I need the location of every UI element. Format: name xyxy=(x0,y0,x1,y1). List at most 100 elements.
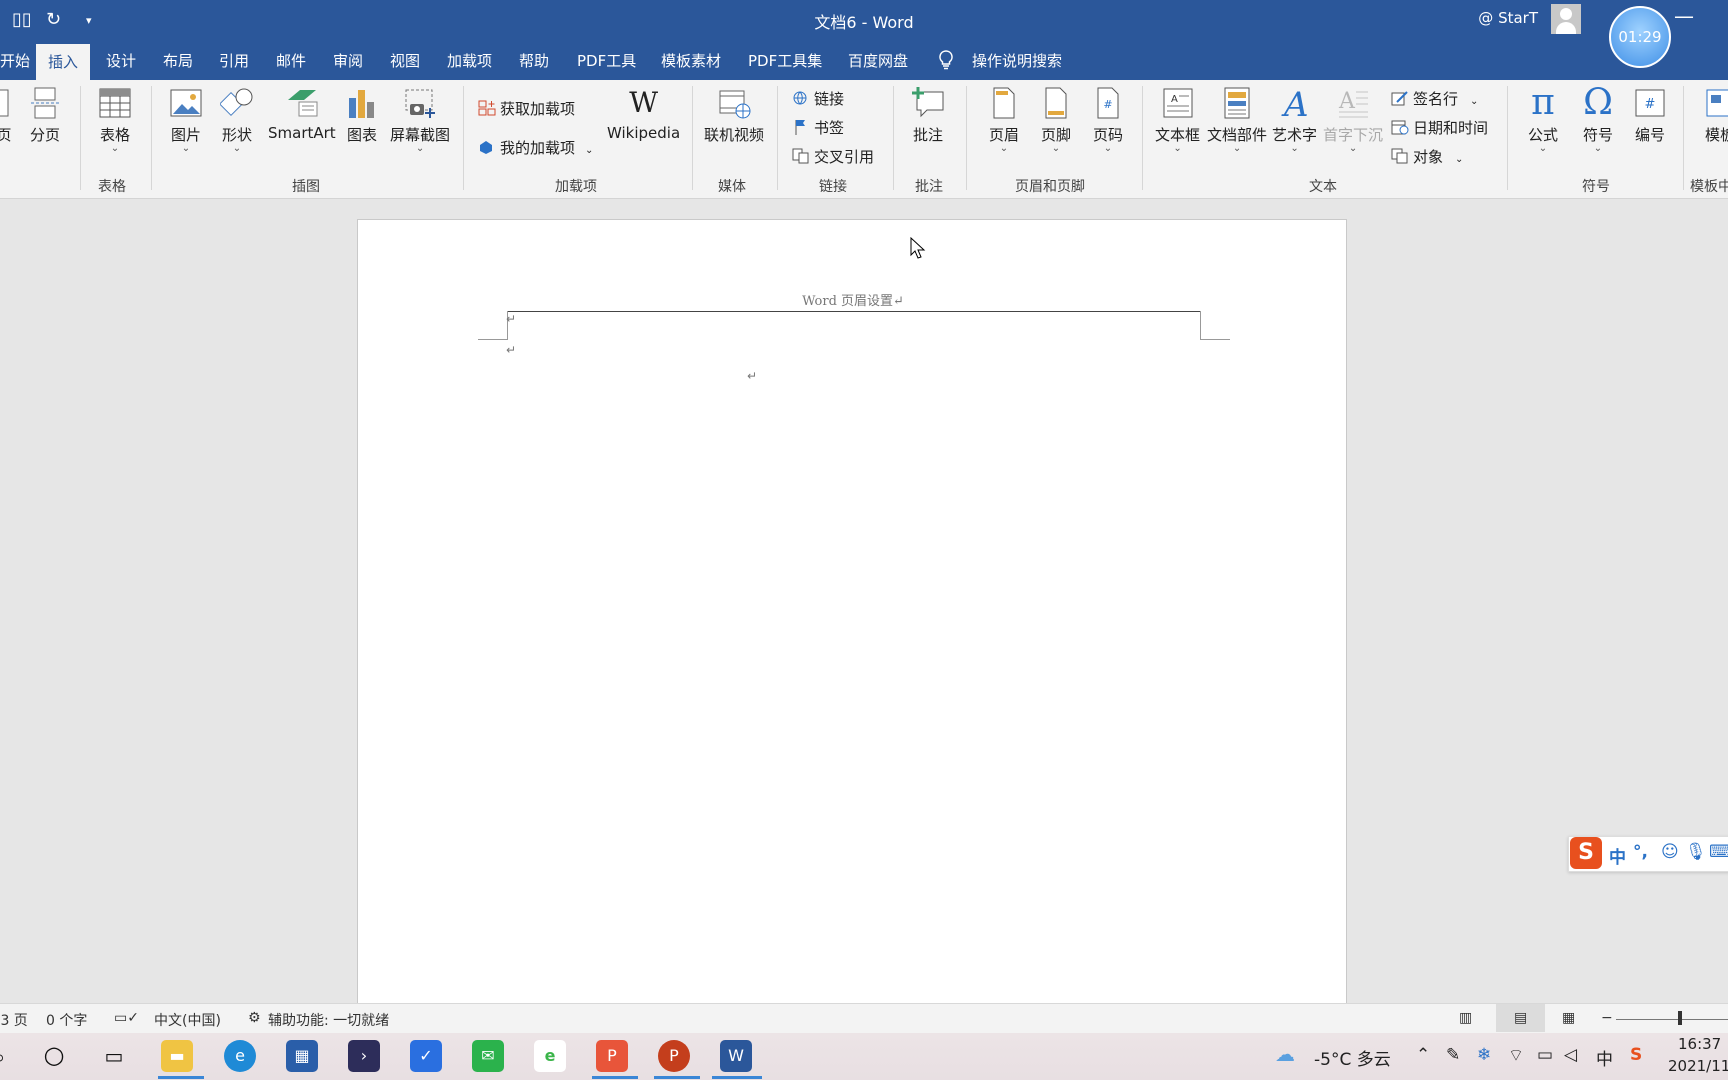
search-icon[interactable]: ⌕ xyxy=(0,1045,5,1069)
equation-button[interactable]: π 公式 ⌄ xyxy=(1526,85,1560,154)
svg-text:A: A xyxy=(1281,86,1309,120)
quick-parts-button[interactable]: 文档部件 ⌄ xyxy=(1207,86,1267,154)
pen-icon[interactable]: ✎ xyxy=(1446,1045,1460,1065)
group-label-links: 链接 xyxy=(819,179,847,195)
footer-button[interactable]: 页脚 ⌄ xyxy=(1039,86,1073,154)
proofing-icon[interactable]: ▭✓ xyxy=(114,1010,139,1026)
picture-button[interactable]: 图片 ⌄ xyxy=(169,86,203,154)
edge-icon[interactable]: e xyxy=(224,1040,256,1072)
tab-references[interactable]: 引用 xyxy=(219,50,249,71)
clock-time[interactable]: 16:37 xyxy=(1678,1035,1721,1053)
ime-indicator[interactable]: 中 xyxy=(1596,1045,1613,1070)
tab-mailings[interactable]: 邮件 xyxy=(276,50,306,71)
bookmark-button[interactable]: 书签 xyxy=(792,117,844,138)
wikipedia-button[interactable]: W Wikipedia xyxy=(607,86,680,142)
svg-text:A: A xyxy=(1338,89,1356,114)
page-break-button[interactable]: 分页 xyxy=(28,86,62,145)
group-label-illustrations: 插图 xyxy=(292,179,320,195)
tab-addins[interactable]: 加载项 xyxy=(447,50,492,71)
pages-button-partial[interactable]: 页 xyxy=(0,86,12,145)
avatar[interactable] xyxy=(1551,4,1581,34)
zoom-slider-thumb[interactable] xyxy=(1678,1011,1682,1025)
page-count[interactable]: 第 3 页 xyxy=(0,1010,28,1030)
browser-e-icon[interactable]: e xyxy=(534,1040,566,1072)
snowflake-icon[interactable]: ❄ xyxy=(1477,1045,1491,1065)
tab-pdf-tools[interactable]: PDF工具 xyxy=(577,50,636,71)
accessibility-status[interactable]: 辅助功能: 一切就绪 xyxy=(268,1010,389,1030)
page-number-button[interactable]: # 页码 ⌄ xyxy=(1091,86,1125,154)
volume-icon[interactable]: ◁ xyxy=(1564,1045,1577,1065)
tab-pdf-toolset[interactable]: PDF工具集 xyxy=(748,50,822,71)
ime-punct-toggle[interactable]: °, xyxy=(1633,842,1648,862)
dingtalk-icon[interactable]: ✓ xyxy=(410,1040,442,1072)
tab-template-assets[interactable]: 模板素材 xyxy=(661,50,721,71)
get-addins-button[interactable]: 获取加载项 xyxy=(478,98,575,119)
task-view-icon[interactable]: ▭ xyxy=(98,1040,130,1072)
template-button-partial[interactable]: 模板 xyxy=(1703,86,1728,145)
ime-mode-toggle[interactable]: 中 xyxy=(1609,843,1626,868)
sogou-tray-icon[interactable]: S xyxy=(1630,1045,1642,1065)
wps-presentation-icon[interactable]: P xyxy=(596,1040,628,1072)
weather-text[interactable]: -5°C 多云 xyxy=(1314,1045,1391,1070)
tab-layout[interactable]: 布局 xyxy=(163,50,193,71)
vs-code-icon[interactable]: › xyxy=(348,1040,380,1072)
my-addins-button[interactable]: 我的加载项 ⌄ xyxy=(478,137,593,158)
tab-review[interactable]: 审阅 xyxy=(333,50,363,71)
cross-reference-button[interactable]: 交叉引用 xyxy=(792,146,874,167)
keyboard-icon[interactable]: ⌨ xyxy=(1709,842,1728,862)
ime-toolbar[interactable]: S 中 °, ☺ 🎙 ⌨ xyxy=(1568,836,1728,872)
zoom-slider-track[interactable] xyxy=(1616,1019,1728,1020)
word-count[interactable]: 0 个字 xyxy=(46,1010,87,1030)
mouse-cursor-icon xyxy=(910,237,926,259)
signature-line-button[interactable]: 签名行 ⌄ xyxy=(1391,88,1478,109)
link-button[interactable]: 链接 xyxy=(792,88,844,109)
shapes-button[interactable]: 形状 ⌄ xyxy=(220,86,254,154)
zoom-out-button[interactable]: − xyxy=(1601,1010,1613,1026)
tab-home[interactable]: 开始 xyxy=(0,50,30,71)
language-indicator[interactable]: 中文(中国) xyxy=(154,1010,221,1030)
ribbon: 页 分页 表格 ⌄ 表格 图片 ⌄ 形状 ⌄ SmartArt 图表 屏幕截图 ⌄ 插图… xyxy=(0,80,1728,199)
floating-clock-widget[interactable]: 01:29 xyxy=(1609,6,1671,68)
word-icon[interactable]: W xyxy=(720,1040,752,1072)
chart-button[interactable]: 图表 xyxy=(345,86,379,145)
tab-baidu-netdisk[interactable]: 百度网盘 xyxy=(848,50,908,71)
sogou-logo-icon: S xyxy=(1570,837,1602,869)
online-video-button[interactable]: 联机视频 xyxy=(704,86,764,145)
date-time-button[interactable]: 日期和时间 xyxy=(1391,117,1488,138)
screenshot-button[interactable]: 屏幕截图 ⌄ xyxy=(390,86,450,154)
cortana-icon[interactable]: ○ xyxy=(38,1040,70,1072)
new-comment-button[interactable]: 批注 xyxy=(911,86,945,145)
battery-icon[interactable]: ▭ xyxy=(1537,1045,1553,1065)
symbol-button[interactable]: Ω 符号 ⌄ xyxy=(1581,85,1615,154)
chevron-up-icon[interactable]: ⌃ xyxy=(1416,1045,1430,1065)
taskbar: ⌕ ○ ▭ ▬ e ▦ › ✓ ✉ e P P W ☁ -5°C 多云 ⌃ ✎ … xyxy=(0,1033,1728,1080)
header-button[interactable]: 页眉 ⌄ xyxy=(987,86,1021,154)
tab-design[interactable]: 设计 xyxy=(106,50,136,71)
read-mode-icon[interactable]: ▥ xyxy=(1459,1010,1472,1026)
microphone-icon[interactable]: 🎙 xyxy=(1685,842,1707,862)
emoji-icon[interactable]: ☺ xyxy=(1661,842,1679,862)
tab-help[interactable]: 帮助 xyxy=(519,50,549,71)
table-button[interactable]: 表格 ⌄ xyxy=(98,86,132,154)
tab-view[interactable]: 视图 xyxy=(390,50,420,71)
wechat-icon[interactable]: ✉ xyxy=(472,1040,504,1072)
minimize-icon[interactable]: — xyxy=(1674,4,1694,28)
textbox-button[interactable]: A 文本框 ⌄ xyxy=(1155,86,1200,154)
smartart-button[interactable]: SmartArt xyxy=(268,86,336,142)
file-explorer-icon[interactable]: ▬ xyxy=(161,1040,193,1072)
wordart-button[interactable]: A 艺术字 ⌄ xyxy=(1272,86,1317,154)
wifi-icon[interactable]: ⌔ xyxy=(1508,1045,1524,1066)
group-label-tables: 表格 xyxy=(98,179,126,195)
powerpoint-icon[interactable]: P xyxy=(658,1040,690,1072)
store-icon[interactable]: ▦ xyxy=(286,1040,318,1072)
numbering-button[interactable]: # 编号 xyxy=(1633,86,1667,145)
tab-insert[interactable]: 插入 xyxy=(36,44,91,85)
clock-date[interactable]: 2021/11 xyxy=(1668,1057,1728,1075)
web-layout-icon[interactable]: ▦ xyxy=(1562,1010,1575,1026)
object-button[interactable]: 对象 ⌄ xyxy=(1391,146,1463,167)
document-page[interactable]: Word 页眉设置↵ ↵ ↵ ↵ xyxy=(357,219,1347,1009)
print-layout-icon[interactable]: ▤ xyxy=(1496,1004,1546,1032)
tell-me-search[interactable]: 操作说明搜索 xyxy=(972,50,1062,71)
lightbulb-icon xyxy=(938,50,954,74)
user-name[interactable]: @ StarT xyxy=(1478,9,1538,27)
